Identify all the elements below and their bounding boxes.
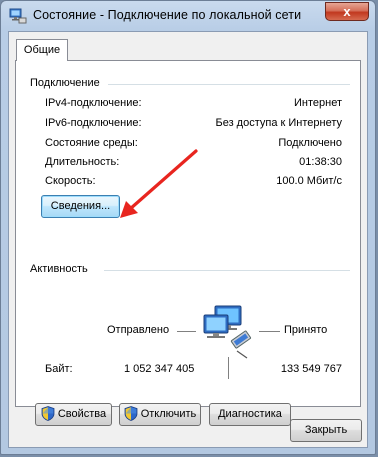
tab-panel-general: Подключение IPv4-подключение: Интернет I… [15, 60, 361, 426]
activity-group-label: Активность [30, 263, 88, 275]
network-computers-icon [203, 305, 252, 359]
ipv4-value: Интернет [294, 97, 342, 109]
disable-button-label: Отключить [140, 408, 197, 420]
received-connector [259, 331, 280, 332]
properties-button[interactable]: Свойства [35, 403, 112, 426]
tab-general[interactable]: Общие [16, 39, 68, 61]
received-label: Принято [284, 324, 328, 336]
window-title: Состояние - Подключение по локальной сет… [33, 8, 302, 22]
red-arrow-annotation [120, 149, 198, 218]
uac-shield-icon [124, 405, 138, 421]
connection-group-label: Подключение [30, 77, 100, 89]
speed-value: 100.0 Мбит/с [276, 175, 342, 187]
activity-group-divider [104, 270, 350, 271]
duration-value: 01:38:30 [299, 156, 342, 168]
duration-label: Длительность: [45, 156, 120, 168]
ipv4-label: IPv4-подключение: [45, 97, 142, 109]
ipv6-value: Без доступа к Интернету [215, 117, 342, 129]
close-button[interactable]: Закрыть [290, 419, 362, 442]
bytes-sent-value: 1 052 347 405 [124, 363, 195, 375]
bytes-label: Байт: [45, 363, 73, 375]
connection-group-divider [108, 84, 350, 85]
bytes-received-value: 133 549 767 [280, 363, 342, 375]
network-icon [9, 8, 27, 24]
media-state-value: Подключено [278, 137, 342, 149]
speed-label: Скорость: [45, 175, 96, 187]
sent-label: Отправлено [107, 324, 170, 336]
diagnose-button[interactable]: Диагностика [209, 403, 291, 426]
sent-connector [177, 331, 196, 332]
uac-shield-icon [41, 405, 55, 421]
ipv6-label: IPv6-подключение: [45, 117, 142, 129]
dialog-client-area: Общие Подключение IPv4-подключение: Инте… [8, 31, 368, 448]
title-bar[interactable]: Состояние - Подключение по локальной сет… [1, 1, 375, 31]
close-window-button[interactable]: x [325, 2, 369, 21]
status-dialog-window: Состояние - Подключение по локальной сет… [0, 0, 376, 455]
bytes-divider [228, 357, 229, 379]
details-button[interactable]: Сведения... [41, 195, 120, 218]
properties-button-label: Свойства [57, 408, 107, 420]
disable-button[interactable]: Отключить [119, 403, 201, 426]
